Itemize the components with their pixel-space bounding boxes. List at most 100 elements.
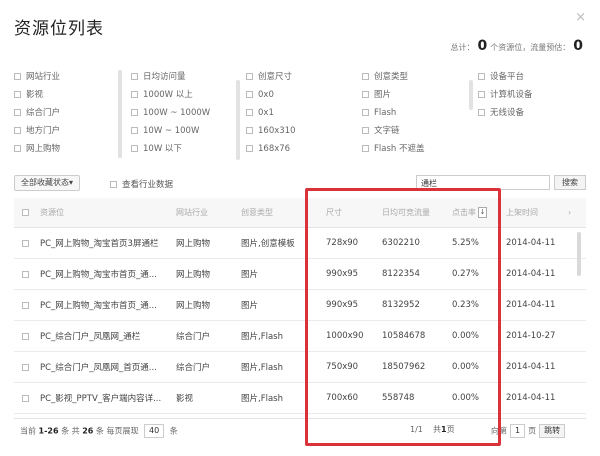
checkbox[interactable] — [246, 109, 253, 116]
filter-scrollbar[interactable] — [469, 80, 473, 110]
filter-label: 文字链 — [374, 126, 400, 136]
filter-scrollbar[interactable] — [118, 70, 122, 158]
header-creative-type[interactable]: 创意类型 — [241, 198, 319, 227]
row-checkbox-cell[interactable] — [22, 259, 34, 289]
cell-listing-date: 2014-04-11 — [506, 300, 556, 310]
checkbox[interactable] — [246, 145, 253, 152]
filter-item[interactable]: 168x76 — [246, 140, 295, 158]
filter-item[interactable]: 文字链 — [362, 122, 424, 140]
checkbox[interactable] — [110, 181, 117, 188]
header-listing-date[interactable]: 上架时间 — [506, 198, 568, 227]
checkbox[interactable] — [478, 91, 485, 98]
filter-item[interactable]: 综合门户 — [14, 104, 60, 122]
checkbox[interactable] — [478, 109, 485, 116]
row-checkbox[interactable] — [22, 363, 29, 371]
checkbox[interactable] — [362, 91, 369, 98]
filter-item[interactable]: 影视 — [14, 86, 60, 104]
checkbox[interactable] — [14, 73, 21, 80]
checkbox[interactable] — [14, 127, 21, 134]
per-page-input[interactable]: 40 — [144, 424, 165, 438]
filter-item[interactable]: 160x310 — [246, 122, 295, 140]
filter-item[interactable]: 1000W 以上 — [131, 86, 210, 104]
checkbox[interactable] — [246, 91, 253, 98]
filter-item[interactable]: 地方门户 — [14, 122, 60, 140]
table-scrollbar[interactable] — [577, 232, 581, 276]
filter-label: 0x0 — [258, 90, 274, 100]
filter-item[interactable]: 计算机设备 — [478, 86, 533, 104]
checkbox[interactable] — [131, 73, 138, 80]
table-row[interactable]: PC_影视_PPTV_客户端内容详... 影视 图片,Flash 700x60 … — [14, 383, 586, 414]
search-input[interactable]: 通栏 — [416, 175, 550, 190]
cell-listing-date: 2014-04-11 — [506, 269, 556, 279]
table-row[interactable]: PC_网上购物_淘宝首页3屏通栏 网上购物 图片,创意模板 728x90 630… — [14, 228, 586, 259]
filter-item[interactable]: Flash 不遮盖 — [362, 140, 424, 158]
cell-creative-type: 图片 — [241, 301, 259, 311]
cell-daily-traffic: 558748 — [382, 393, 415, 403]
cell-industry: 网上购物 — [176, 301, 211, 311]
cell-ctr: 0.27% — [452, 269, 480, 279]
checkbox[interactable] — [14, 145, 21, 152]
table-row[interactable]: PC_网上购物_淘宝市首页_通... 网上购物 图片 990x95 812235… — [14, 259, 586, 290]
table-row[interactable]: PC_综合门户_凤凰网_首页通... 综合门户 图片,Flash 750x90 … — [14, 352, 586, 383]
row-checkbox[interactable] — [22, 301, 29, 309]
filter-item[interactable]: 网上购物 — [14, 140, 60, 158]
checkbox[interactable] — [362, 109, 369, 116]
table-row[interactable]: PC_综合门户_凤凰网_通栏 综合门户 图片,Flash 1000x90 105… — [14, 321, 586, 352]
goto-button[interactable]: 跳转 — [539, 424, 566, 438]
checkbox[interactable] — [131, 145, 138, 152]
filter-item[interactable]: 图片 — [362, 86, 424, 104]
filter-item[interactable]: 无线设备 — [478, 104, 533, 122]
checkbox[interactable] — [14, 91, 21, 98]
filter-item[interactable]: 创意类型 — [362, 68, 424, 86]
filter-item[interactable]: 100W ~ 1000W — [131, 104, 210, 122]
favorite-status-dropdown[interactable]: 全部收藏状态▾ — [14, 175, 81, 191]
row-checkbox[interactable] — [22, 270, 29, 278]
checkbox[interactable] — [131, 127, 138, 134]
checkbox[interactable] — [14, 109, 21, 116]
sort-desc-icon[interactable]: ↓ — [478, 207, 487, 218]
select-all-cell[interactable] — [22, 198, 34, 227]
checkbox[interactable] — [131, 109, 138, 116]
filter-item[interactable]: 创意尺寸 — [246, 68, 295, 86]
row-checkbox-cell[interactable] — [22, 321, 34, 351]
close-icon[interactable]: × — [575, 10, 586, 25]
header-daily-traffic[interactable]: 日均可竞流量 — [382, 198, 454, 227]
row-checkbox[interactable] — [22, 332, 29, 340]
goto-prefix: 向第 — [491, 426, 507, 436]
filter-item[interactable]: 日均访问量 — [131, 68, 210, 86]
filter-item[interactable]: Flash — [362, 104, 424, 122]
select-all-checkbox[interactable] — [22, 209, 29, 216]
row-checkbox-cell[interactable] — [22, 228, 34, 258]
row-checkbox-cell[interactable] — [22, 290, 34, 320]
header-size[interactable]: 尺寸 — [326, 198, 380, 227]
resource-table: 资源位 网站行业 创意类型 尺寸 日均可竞流量 点击率 ↓ 上架时间 › PC_网… — [14, 198, 586, 414]
checkbox[interactable] — [362, 127, 369, 134]
filter-item[interactable]: 设备平台 — [478, 68, 533, 86]
industry-data-checkbox[interactable]: 查看行业数据 — [110, 178, 173, 190]
checkbox[interactable] — [362, 73, 369, 80]
filter-item[interactable]: 10W 以下 — [131, 140, 210, 158]
table-row[interactable]: PC_网上购物_淘宝市首页_通... 网上购物 图片 990x95 813295… — [14, 290, 586, 321]
checkbox[interactable] — [131, 91, 138, 98]
header-industry[interactable]: 网站行业 — [176, 198, 238, 227]
filter-column-device: 设备平台 计算机设备 无线设备 — [478, 68, 533, 122]
checkbox[interactable] — [478, 73, 485, 80]
search-button[interactable]: 搜索 — [554, 175, 586, 190]
header-resource[interactable]: 资源位 — [40, 198, 172, 227]
row-checkbox-cell[interactable] — [22, 383, 34, 413]
header-ctr[interactable]: 点击率 ↓ — [452, 198, 502, 227]
row-checkbox-cell[interactable] — [22, 352, 34, 382]
row-checkbox[interactable] — [22, 394, 29, 402]
checkbox[interactable] — [362, 145, 369, 152]
checkbox[interactable] — [246, 127, 253, 134]
filter-item[interactable]: 网站行业 — [14, 68, 60, 86]
filter-scrollbar[interactable] — [236, 80, 240, 160]
filter-item[interactable]: 0x1 — [246, 104, 295, 122]
row-checkbox[interactable] — [22, 239, 29, 247]
chevron-right-icon[interactable]: › — [568, 198, 582, 227]
filter-item[interactable]: 0x0 — [246, 86, 295, 104]
goto-page-input[interactable]: 1 — [510, 424, 526, 438]
checkbox[interactable] — [246, 73, 253, 80]
filter-label: 日均访问量 — [143, 72, 186, 82]
filter-item[interactable]: 10W ~ 100W — [131, 122, 210, 140]
